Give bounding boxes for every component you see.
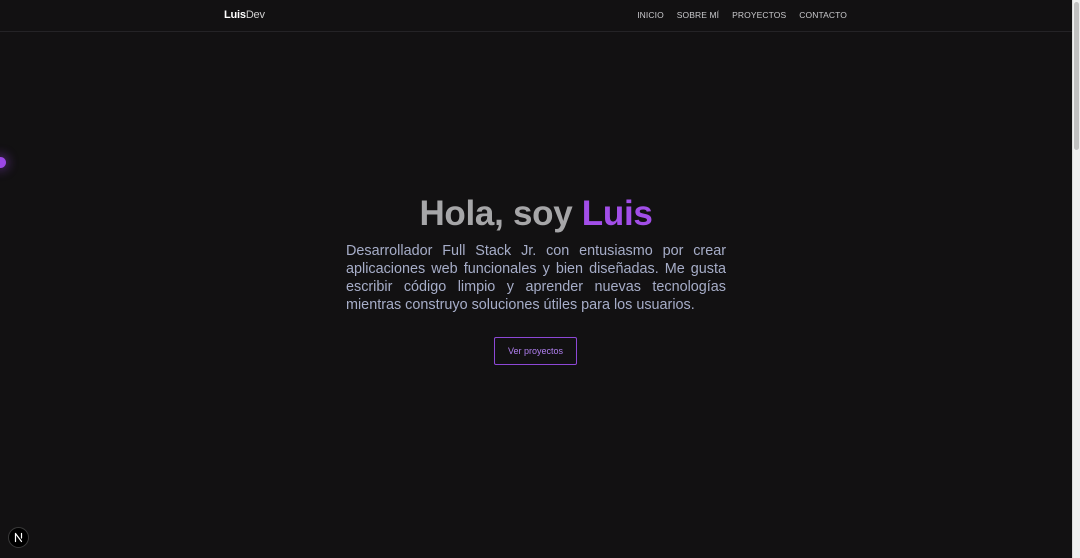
hero-title-prefix: Hola, soy [419,194,582,233]
view-projects-button[interactable]: Ver proyectos [494,337,577,365]
logo[interactable]: LuisDev [224,9,265,21]
nav-link-inicio[interactable]: INICIO [637,10,664,20]
nextjs-badge[interactable] [8,527,29,548]
nav-link-contacto[interactable]: CONTACTO [799,10,847,20]
logo-bold: Luis [224,9,246,21]
nav-link-sobre-mi[interactable]: SOBRE MÍ [677,10,719,20]
hero-title: Hola, soy Luis [0,194,1072,234]
logo-light: Dev [245,9,265,21]
nextjs-n-icon [14,532,23,543]
hero-title-name: Luis [581,194,653,233]
nav-link-proyectos[interactable]: PROYECTOS [732,10,786,20]
navbar: LuisDev INICIO SOBRE MÍ PROYECTOS CONTAC… [0,0,1072,32]
scrollbar-thumb[interactable] [1074,2,1079,150]
decorative-dot [0,157,6,168]
scrollbar[interactable] [1072,0,1080,558]
nav-links: INICIO SOBRE MÍ PROYECTOS CONTACTO [637,10,847,20]
page: LuisDev INICIO SOBRE MÍ PROYECTOS CONTAC… [0,0,1080,558]
hero-description: Desarrollador Full Stack Jr. con entusia… [346,243,726,313]
